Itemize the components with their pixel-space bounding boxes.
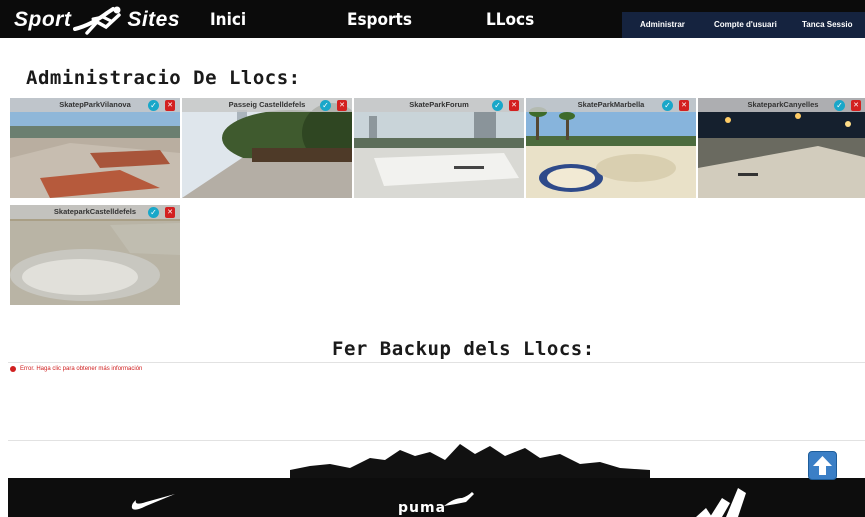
backup-title: Fer Backup dels Llocs: (332, 338, 595, 360)
check-icon[interactable]: ✓ (148, 100, 159, 111)
place-photo (698, 98, 865, 198)
place-photo (354, 98, 524, 198)
place-photo (526, 98, 696, 198)
error-message[interactable]: Error. Haga clic para obtener más inform… (10, 366, 142, 372)
top-navigation-bar: Sport Sites Inici Esports LLocs Administ… (0, 0, 865, 41)
trash-icon[interactable]: ✕ (165, 207, 175, 218)
check-icon[interactable]: ✓ (834, 100, 845, 111)
place-card[interactable]: SkatepParkVilanova ✓ ✕ (10, 98, 180, 198)
check-icon[interactable]: ✓ (492, 100, 503, 111)
runner-logo-icon (73, 6, 122, 35)
check-icon[interactable]: ✓ (662, 100, 673, 111)
nav-esports[interactable]: Esports (347, 10, 412, 30)
puma-cat-icon (444, 492, 474, 506)
trash-icon[interactable]: ✕ (165, 100, 175, 111)
error-text: Error. Haga clic para obtener más inform… (20, 366, 143, 372)
adidas-logo (696, 488, 746, 517)
nav-administrar[interactable]: Administrar (640, 20, 685, 29)
scroll-top-button[interactable] (808, 451, 837, 480)
arrow-up-icon (813, 456, 832, 475)
nav-compte-usuari[interactable]: Compte d'usuari (714, 20, 777, 29)
nav-tanca-sessio[interactable]: Tanca Sessio (802, 20, 853, 29)
error-icon (10, 366, 16, 372)
logo-text-sport: Sport (14, 8, 72, 31)
nike-logo (131, 494, 175, 510)
puma-logo: puma (398, 490, 478, 517)
places-admin-title: Administracio De Llocs: (26, 67, 301, 89)
mountains-decoration (290, 444, 650, 480)
nav-inici[interactable]: Inici (210, 10, 246, 30)
trash-icon[interactable]: ✕ (509, 100, 519, 111)
check-icon[interactable]: ✓ (320, 100, 331, 111)
divider (8, 362, 865, 363)
nav-llocs[interactable]: LLocs (486, 10, 534, 30)
place-card[interactable]: Passeig Castelldefels ✓ ✕ (182, 98, 352, 198)
place-photo (10, 98, 180, 198)
place-photo (10, 205, 180, 305)
trash-icon[interactable]: ✕ (851, 100, 861, 111)
place-card[interactable]: SkateparkCanyelles ✓ ✕ (698, 98, 865, 198)
place-card[interactable]: SkateParkForum ✓ ✕ (354, 98, 524, 198)
logo-text-sites: Sites (127, 8, 181, 31)
check-icon[interactable]: ✓ (148, 207, 159, 218)
trash-icon[interactable]: ✕ (337, 100, 347, 111)
sportsites-logo[interactable]: Sport Sites (14, 5, 180, 35)
trash-icon[interactable]: ✕ (679, 100, 689, 111)
account-menu: Administrar Compte d'usuari Tanca Sessio (622, 12, 865, 38)
place-photo (182, 98, 352, 198)
place-card[interactable]: SkateparkCastelldefels ✓ ✕ (10, 205, 180, 305)
puma-text: puma (398, 500, 447, 516)
place-card[interactable]: SkateParkMarbella ✓ ✕ (526, 98, 696, 198)
